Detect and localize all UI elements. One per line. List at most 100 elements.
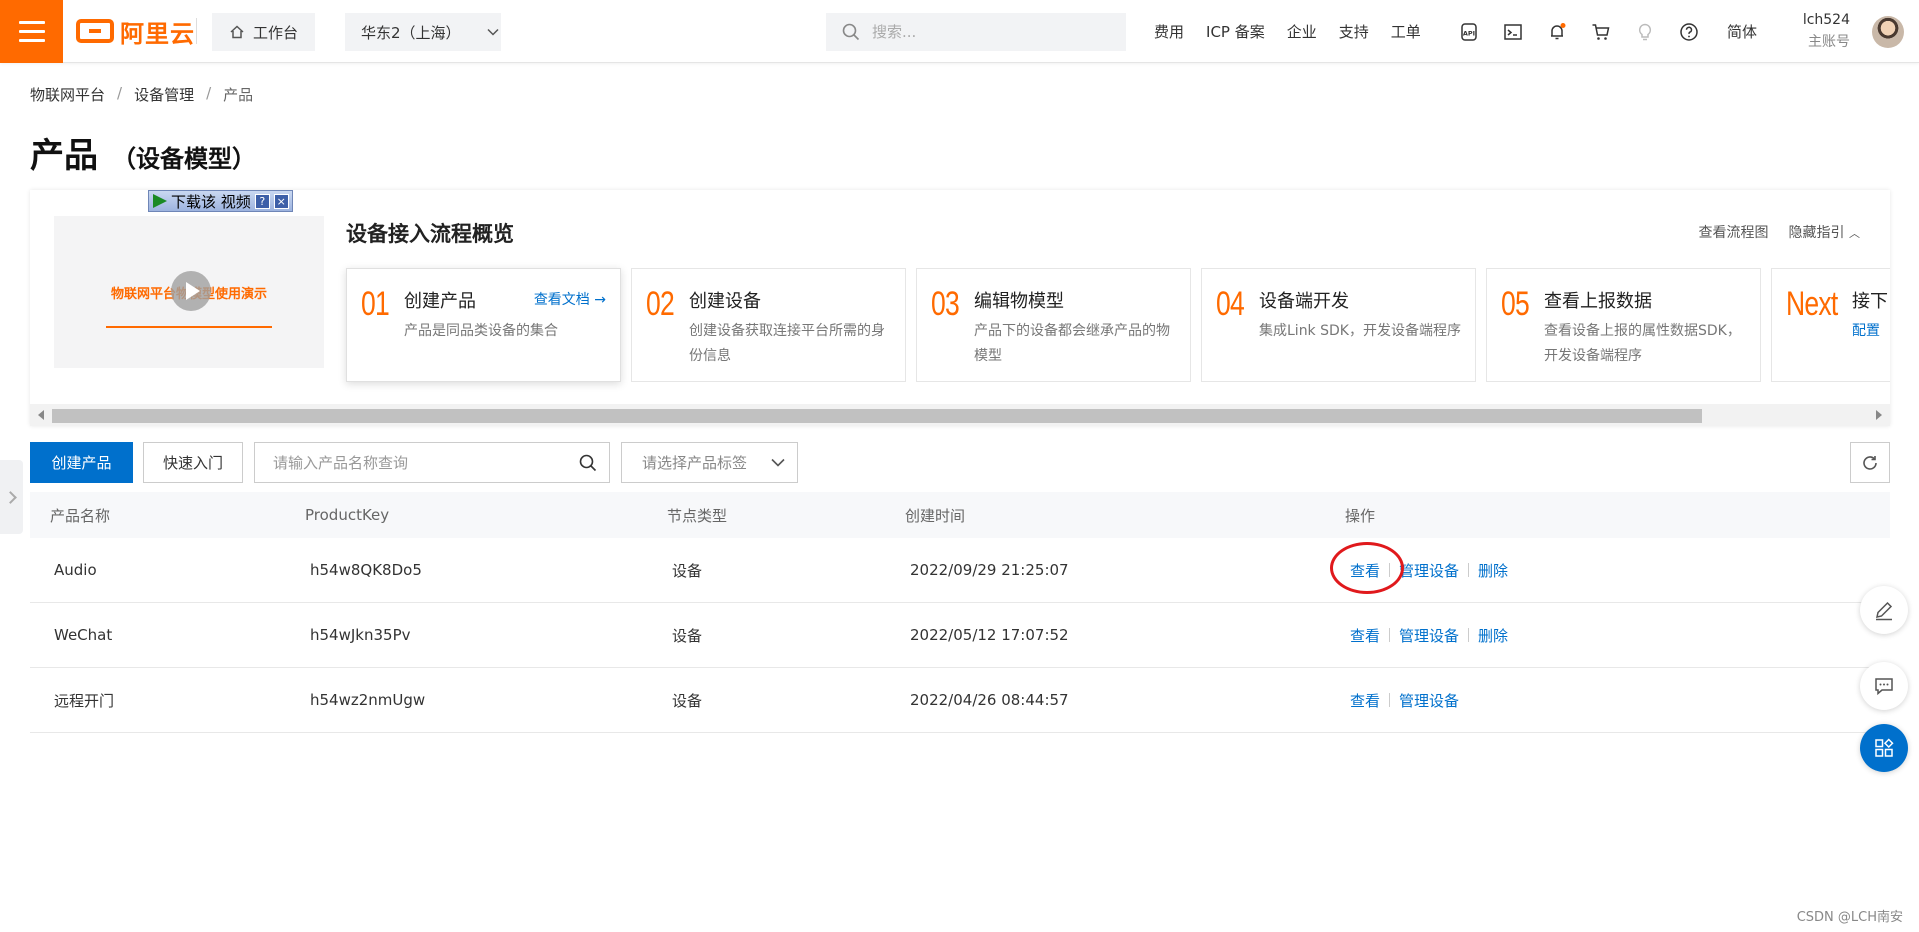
step-device-development[interactable]: 04 设备端开发 集成Link SDK，开发设备端程序 [1201, 268, 1476, 382]
nav-link-fees[interactable]: 费用 [1154, 21, 1184, 42]
manage-devices-link[interactable]: 管理设备 [1399, 625, 1459, 646]
step-number: 02 [646, 285, 675, 323]
view-link[interactable]: 查看 [1350, 690, 1380, 711]
table-row: WeChat h54wJkn35Pv 设备 2022/05/12 17:07:5… [30, 603, 1890, 668]
quick-start-button[interactable]: 快速入门 [143, 442, 243, 483]
row-actions: 查看 管理设备 删除 [1335, 560, 1508, 581]
delete-link[interactable]: 删除 [1478, 560, 1508, 581]
user-info[interactable]: lch524 主账号 [1790, 12, 1880, 51]
watermark: CSDN @LCH南安 [1796, 910, 1903, 925]
global-search[interactable] [826, 13, 1126, 51]
refresh-button[interactable] [1850, 442, 1890, 483]
breadcrumb-device-management[interactable]: 设备管理 [134, 84, 194, 105]
avatar[interactable] [1872, 16, 1904, 48]
cart-icon[interactable] [1588, 19, 1614, 45]
step-edit-thing-model[interactable]: 03 编辑物模型 产品下的设备都会继承产品的物模型 [916, 268, 1191, 382]
download-label: 下载该 视频 [171, 192, 251, 211]
node-type: 设备 [672, 626, 703, 645]
breadcrumb-current: 产品 [223, 86, 254, 104]
step-number: Next [1786, 285, 1838, 323]
hide-guide-link[interactable]: 隐藏指引 ︿ [1789, 222, 1860, 242]
workbench-button[interactable]: 工作台 [212, 13, 315, 51]
terminal-icon[interactable] [1500, 19, 1526, 45]
product-search[interactable] [254, 442, 610, 483]
step-title: 编辑物模型 [974, 291, 1064, 312]
step-title: 接下 [1852, 291, 1888, 312]
product-toolbar: 创建产品 快速入门 请选择产品标签 [30, 442, 1890, 484]
step-description[interactable]: 配置 [1852, 319, 1890, 344]
top-nav-links: 费用 ICP 备案 企业 支持 工单 [1154, 0, 1421, 63]
search-icon [842, 23, 860, 41]
close-icon[interactable]: × [273, 193, 289, 209]
language-switch[interactable]: 简体 [1727, 21, 1757, 42]
workbench-label: 工作台 [252, 23, 298, 42]
product-key: h54w8QK8Do5 [310, 561, 422, 579]
video-download-bar[interactable]: 下载该 视频 ? × [148, 190, 293, 212]
access-guide-panel: 物联网平台物模型使用演示 下载该 视频 ? × 设备接入流程概览 查看流程图 隐… [30, 190, 1890, 426]
node-type: 设备 [672, 691, 703, 710]
step-description: 产品是同品类设备的集合 [404, 323, 558, 339]
play-icon[interactable] [171, 271, 211, 311]
step-description: 查看设备上报的属性数据SDK，开发设备端程序 [1544, 323, 1741, 364]
help-icon[interactable] [1676, 19, 1702, 45]
step-create-device[interactable]: 02 创建设备 创建设备获取连接平台所需的身份信息 [631, 268, 906, 382]
apps-button[interactable] [1860, 724, 1908, 772]
nav-link-enterprise[interactable]: 企业 [1287, 21, 1317, 42]
nav-link-support[interactable]: 支持 [1339, 21, 1369, 42]
guide-links: 查看流程图 隐藏指引 ︿ [1699, 222, 1860, 242]
chevron-down-icon [487, 28, 499, 36]
view-link[interactable]: 查看 [1350, 560, 1380, 581]
demo-video-thumbnail[interactable]: 物联网平台物模型使用演示 [54, 216, 324, 368]
product-key: h54wz2nmUgw [310, 691, 426, 709]
step-title: 创建设备 [689, 291, 761, 312]
page-title-main: 产品 [30, 136, 98, 176]
create-product-button[interactable]: 创建产品 [30, 442, 133, 483]
view-link[interactable]: 查看 [1350, 625, 1380, 646]
nav-link-ticket[interactable]: 工单 [1391, 21, 1421, 42]
region-selector[interactable]: 华东2（上海） [345, 13, 501, 51]
question-icon[interactable]: ? [254, 193, 270, 209]
aliyun-logo[interactable]: 阿里云 [76, 14, 195, 48]
col-node-type: 节点类型 [667, 506, 728, 525]
search-icon[interactable] [579, 454, 597, 472]
breadcrumb-separator: / [117, 84, 123, 102]
step-view-reported-data[interactable]: 05 查看上报数据 查看设备上报的属性数据SDK，开发设备端程序 [1486, 268, 1761, 382]
feedback-edit-button[interactable] [1860, 586, 1908, 634]
created-time: 2022/04/26 08:44:57 [910, 691, 1069, 709]
download-play-icon [153, 194, 167, 208]
scroll-right-icon[interactable] [1876, 410, 1882, 420]
view-flowchart-link[interactable]: 查看流程图 [1699, 222, 1769, 242]
node-type: 设备 [672, 561, 703, 580]
bulb-icon[interactable] [1632, 19, 1658, 45]
product-tag-select[interactable]: 请选择产品标签 [621, 442, 798, 483]
scroll-left-icon[interactable] [38, 410, 44, 420]
delete-link[interactable]: 删除 [1478, 625, 1508, 646]
action-divider [1389, 563, 1391, 577]
product-name: Audio [54, 561, 97, 579]
hamburger-menu-button[interactable] [0, 0, 63, 63]
sidebar-expand-toggle[interactable] [0, 460, 23, 534]
breadcrumb-iot-platform[interactable]: 物联网平台 [30, 84, 105, 105]
logo-mark-icon [76, 19, 114, 43]
product-search-input[interactable] [273, 453, 563, 472]
bell-icon[interactable] [1544, 19, 1570, 45]
chat-button[interactable] [1860, 662, 1908, 710]
nav-link-icp[interactable]: ICP 备案 [1206, 21, 1265, 42]
arrow-right-icon: → [594, 292, 606, 308]
api-icon[interactable]: API [1456, 19, 1482, 45]
action-divider [1468, 563, 1470, 577]
product-name: 远程开门 [54, 691, 115, 710]
global-search-input[interactable] [872, 23, 1112, 41]
manage-devices-link[interactable]: 管理设备 [1399, 560, 1459, 581]
action-divider [1468, 628, 1470, 642]
view-docs-link[interactable]: 查看文档 → [534, 289, 606, 309]
step-create-product[interactable]: 01 创建产品 查看文档 → 产品是同品类设备的集合 [346, 268, 621, 382]
manage-devices-link[interactable]: 管理设备 [1399, 690, 1459, 711]
guide-horizontal-scrollbar[interactable] [30, 404, 1890, 426]
guide-title: 设备接入流程概览 [346, 222, 514, 246]
step-next[interactable]: Next 接下 配置 [1771, 268, 1890, 382]
scrollbar-thumb[interactable] [52, 409, 1702, 423]
product-key: h54wJkn35Pv [310, 626, 411, 644]
step-number: 04 [1216, 285, 1245, 323]
video-underline [106, 326, 272, 328]
